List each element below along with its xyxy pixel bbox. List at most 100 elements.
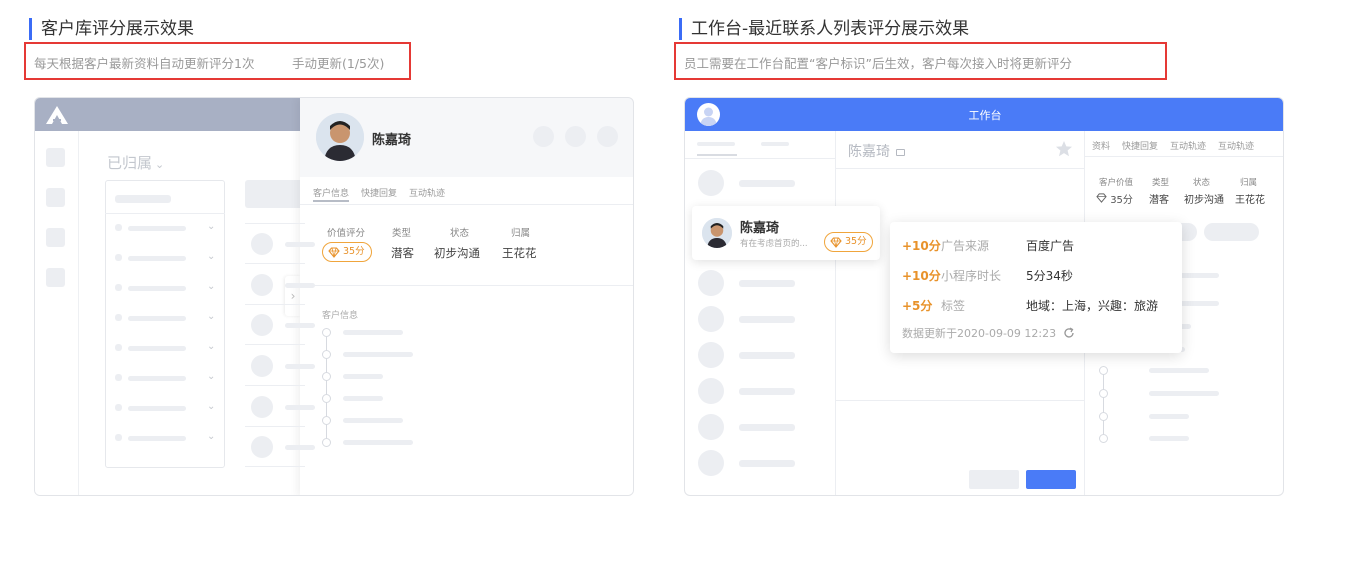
chevron-down-icon[interactable]: ⌄ [207, 281, 215, 292]
diamond-icon [1096, 193, 1107, 203]
divider [105, 213, 225, 214]
sidebar-item[interactable] [46, 228, 65, 247]
collapse-handle-chevron-icon[interactable]: › [285, 276, 301, 316]
chevron-down-icon[interactable]: ⌄ [207, 341, 215, 352]
chat-contact-name: 陈嘉琦 [848, 141, 906, 161]
send-button[interactable] [1026, 470, 1076, 489]
sidebar-item[interactable] [46, 268, 65, 287]
checkbox[interactable] [115, 224, 122, 231]
sidebar-item[interactable] [46, 188, 65, 207]
manual-update-link[interactable]: 手动更新(1/5次) [292, 53, 384, 72]
checkbox[interactable] [115, 404, 122, 411]
contacts-tab[interactable] [761, 142, 789, 146]
contact-avatar [702, 218, 732, 248]
checkbox[interactable] [115, 314, 122, 321]
checkbox[interactable] [115, 374, 122, 381]
tab-interaction[interactable]: 互动轨迹 [1170, 139, 1206, 152]
row-bar [285, 445, 315, 450]
right-section-title: 工作台-最近联系人列表评分展示效果 [679, 18, 969, 40]
score-factor-label: 广告来源 [941, 239, 990, 253]
contact-avatar-placeholder[interactable] [698, 450, 724, 476]
field-value-owner: 王花花 [1235, 195, 1265, 206]
chevron-down-icon[interactable]: ⌄ [207, 311, 215, 322]
contact-avatar-placeholder[interactable] [698, 306, 724, 332]
timeline-dot [1099, 434, 1108, 443]
contact-avatar-placeholder[interactable] [698, 342, 724, 368]
contact-score-value: 35分 [845, 236, 867, 247]
left-mockup-card: 已归属 ⌄ › 陈嘉琦 客户信息 快捷回复 互动轨迹 价值评分 类型 状态 归属 … [34, 97, 634, 496]
contact-score-badge[interactable]: 35分 [824, 232, 873, 252]
divider [245, 304, 305, 305]
row-avatar [251, 274, 273, 296]
divider [245, 223, 305, 224]
score-factor-value: 百度广告 [1026, 239, 1075, 253]
checkbox[interactable] [115, 344, 122, 351]
filter-item-bar [128, 226, 186, 231]
field-label-owner: 归属 [511, 228, 531, 239]
group-dropdown[interactable]: 已归属 ⌄ [107, 152, 164, 173]
field-label-type: 类型 [392, 228, 412, 239]
tab-profile[interactable]: 资料 [1092, 139, 1110, 152]
tab-interaction-2[interactable]: 互动轨迹 [1218, 139, 1254, 152]
star-icon[interactable] [1055, 140, 1073, 158]
chevron-down-icon[interactable]: ⌄ [207, 251, 215, 262]
tab-interaction[interactable]: 互动轨迹 [409, 186, 445, 199]
row-avatar [251, 314, 273, 336]
row-avatar [251, 355, 273, 377]
row-avatar [251, 436, 273, 458]
filter-item-bar [128, 406, 186, 411]
refresh-icon[interactable] [1063, 327, 1075, 342]
avatar [316, 113, 364, 161]
contact-name-bar [739, 280, 795, 287]
timeline-bar [1149, 436, 1189, 441]
field-label-owner: 归属 [1240, 178, 1258, 188]
contact-avatar-placeholder[interactable] [698, 170, 724, 196]
timeline-bar [1149, 391, 1219, 396]
action-icon[interactable] [533, 126, 554, 147]
tab-customer-info[interactable]: 客户信息 [313, 186, 349, 199]
contact-name-bar [739, 460, 795, 467]
filter-item-bar [128, 286, 186, 291]
chevron-down-icon[interactable]: ⌄ [207, 431, 215, 442]
divider [1085, 156, 1283, 157]
sidebar-item[interactable] [46, 148, 65, 167]
divider [835, 131, 836, 495]
score-updated-row: 数据更新于2020-09-09 12:23 [902, 325, 1075, 342]
checkbox[interactable] [115, 254, 122, 261]
timeline-line [1103, 370, 1104, 436]
tab-quick-reply[interactable]: 快捷回复 [1122, 139, 1158, 152]
contact-avatar-placeholder[interactable] [698, 378, 724, 404]
timeline-dot [1099, 366, 1108, 375]
chevron-down-icon[interactable]: ⌄ [207, 371, 215, 382]
tab-quick-reply[interactable]: 快捷回复 [361, 186, 397, 199]
score-delta: +5分 [902, 299, 933, 313]
row-bar [285, 242, 315, 247]
row-bar [285, 364, 315, 369]
left-sidebar [35, 131, 79, 495]
divider [836, 400, 1084, 401]
chevron-down-icon[interactable]: ⌄ [207, 401, 215, 412]
timeline-bar [343, 352, 413, 357]
divider [300, 204, 633, 205]
cancel-button[interactable] [969, 470, 1019, 489]
timeline-dot [322, 372, 331, 381]
info-section-label: 客户信息 [322, 311, 359, 321]
action-icon[interactable] [597, 126, 618, 147]
left-section-title: 客户库评分展示效果 [29, 18, 194, 40]
checkbox[interactable] [115, 434, 122, 441]
contact-avatar-placeholder[interactable] [698, 270, 724, 296]
right-note-box: 员工需要在工作台配置“客户标识”后生效，客户每次接入时将更新评分 [674, 42, 1167, 80]
score-badge[interactable]: 35分 [322, 242, 372, 262]
contact-avatar-placeholder[interactable] [698, 414, 724, 440]
contact-name-bar [739, 424, 795, 431]
filter-header-bar [115, 195, 171, 203]
row-avatar [251, 233, 273, 255]
checkbox[interactable] [115, 284, 122, 291]
contacts-tab[interactable] [697, 142, 735, 146]
score-value-inline: 35分 [1096, 191, 1133, 206]
divider [245, 263, 305, 264]
tab-indicator [697, 154, 737, 156]
chevron-down-icon[interactable]: ⌄ [207, 221, 215, 232]
action-icon[interactable] [565, 126, 586, 147]
timeline-dot [1099, 389, 1108, 398]
